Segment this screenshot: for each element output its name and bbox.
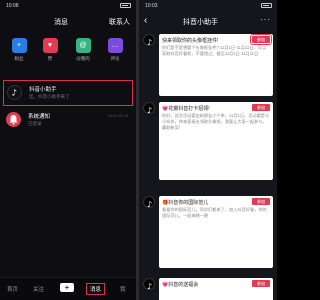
join-button[interactable]: 参加 xyxy=(252,104,270,111)
nav-messages[interactable]: 消息 xyxy=(86,283,106,295)
message-item-assistant[interactable]: ♪ 抖音小助手 哇，抖音小助手来了 xyxy=(3,80,133,106)
create-plus-icon[interactable]: + xyxy=(60,283,74,292)
battery-icon xyxy=(261,3,272,8)
status-bar: 10:03 xyxy=(139,0,277,12)
assistant-chat-screen: 10:03 ‹ 抖音小助手 ··· ♪ 快来领取你的头像框挂件! 参加 你们是不… xyxy=(139,0,277,300)
chat-title: 抖音小助手 xyxy=(183,19,218,26)
user-plus-icon: + xyxy=(11,38,27,53)
messages-screen: 10:08 消息 联系人 + 粉丝 ♥ 赞 @ @我的 … 评论 ♪ 抖音小助手… xyxy=(0,0,136,300)
message-preview: 哇，抖音小助手来了 xyxy=(29,94,70,99)
nav-home[interactable]: 首页 xyxy=(7,285,18,293)
mentions-button[interactable]: @ @我的 xyxy=(71,38,95,62)
comment-icon: … xyxy=(107,38,123,53)
more-icon[interactable]: ··· xyxy=(260,15,271,24)
svg-text:♪: ♪ xyxy=(147,106,152,115)
tiktok-logo-icon: ♪ xyxy=(143,34,155,47)
assistant-card: ♪ 🎁抖音你的国际范儿 参加 看看你的国际范儿，同学们都来了，加入抖音好看，你的… xyxy=(143,196,273,268)
assistant-card: ♪ 💗花瓣抖音打卡招领! 参加 你好，这次活动要由新朋友小个单，11月1日，活动… xyxy=(143,102,273,180)
nav-following[interactable]: 关注 xyxy=(33,285,44,293)
message-preview: 已登录 xyxy=(28,121,42,126)
likes-label: 赞 xyxy=(47,56,53,61)
card-title: 💗抖音的送福会 xyxy=(162,282,199,288)
bottom-nav: 首页 关注 + 消息 我 xyxy=(0,277,136,300)
likes-button[interactable]: ♥ 赞 xyxy=(38,38,62,62)
comments-label: 评论 xyxy=(110,56,120,61)
assistant-card: ♪ 快来领取你的头像框挂件! 参加 你们是不是想要个头像框挂件? 11月1日-1… xyxy=(143,34,273,96)
message-name: 抖音小助手 xyxy=(29,87,57,93)
card-text: 你好，这次活动要由新朋友小个单，11月1日，活动要是与小伙伴，快来直接去领取头像… xyxy=(162,113,270,130)
status-time: 10:08 xyxy=(6,3,19,9)
svg-text:♪: ♪ xyxy=(11,89,17,99)
back-arrow-icon[interactable]: ‹ xyxy=(144,15,147,26)
at-icon: @ xyxy=(75,38,91,53)
status-time: 10:03 xyxy=(145,3,158,9)
heart-icon: ♥ xyxy=(42,38,58,53)
card-body[interactable]: 🎁抖音你的国际范儿 参加 看看你的国际范儿，同学们都来了，加入抖音好看，你的国际… xyxy=(159,196,273,268)
header: 消息 联系人 xyxy=(0,14,136,30)
message-date: 2019-10-24 xyxy=(107,113,128,118)
card-title: 快来领取你的头像框挂件! xyxy=(162,38,219,44)
card-title: 💗花瓣抖音打卡招领! xyxy=(162,106,210,112)
tiktok-logo-icon: ♪ xyxy=(143,278,155,291)
contacts-link[interactable]: 联系人 xyxy=(109,17,130,27)
svg-text:♪: ♪ xyxy=(147,38,152,47)
battery-icon xyxy=(120,3,131,8)
card-title: 🎁抖音你的国际范儿 xyxy=(162,200,209,206)
message-name: 系统通知 xyxy=(28,114,51,120)
join-button[interactable]: 参加 xyxy=(252,198,270,205)
nav-me[interactable]: 我 xyxy=(120,285,126,293)
comments-button[interactable]: … 评论 xyxy=(103,38,127,62)
card-text: 你们是不是想要个头像框挂件? 11月1日-11月11日，可以获取抖音好看框，不要… xyxy=(162,45,267,56)
fans-button[interactable]: + 粉丝 xyxy=(7,38,31,62)
join-button[interactable]: 参加 xyxy=(252,280,270,287)
join-button[interactable]: 参加 xyxy=(250,34,272,45)
quick-actions: + 粉丝 ♥ 赞 @ @我的 … 评论 xyxy=(0,38,136,70)
card-body[interactable]: 💗抖音的送福会 参加 xyxy=(159,278,273,300)
svg-text:♪: ♪ xyxy=(147,282,152,291)
tiktok-logo-icon: ♪ xyxy=(7,85,22,100)
page-title: 消息 xyxy=(54,19,68,26)
assistant-card: ♪ 💗抖音的送福会 参加 xyxy=(143,278,273,300)
status-bar: 10:08 xyxy=(0,0,136,12)
svg-text:♪: ♪ xyxy=(147,200,152,209)
message-item-system[interactable]: 系统通知 已登录 2019-10-24 xyxy=(0,107,136,133)
tiktok-logo-icon: ♪ xyxy=(143,196,155,209)
bell-icon xyxy=(6,112,21,127)
mentions-label: @我的 xyxy=(76,56,90,61)
card-text: 看看你的国际范儿，同学们都来了，加入抖音好看，你的国际范儿，一起来晒一晒 xyxy=(162,207,267,218)
card-body[interactable]: 快来领取你的头像框挂件! 参加 你们是不是想要个头像框挂件? 11月1日-11月… xyxy=(159,34,273,96)
fans-label: 粉丝 xyxy=(14,56,24,61)
chat-header: ‹ 抖音小助手 ··· xyxy=(139,14,277,30)
card-body[interactable]: 💗花瓣抖音打卡招领! 参加 你好，这次活动要由新朋友小个单，11月1日，活动要是… xyxy=(159,102,273,180)
tiktok-logo-icon: ♪ xyxy=(143,102,155,115)
